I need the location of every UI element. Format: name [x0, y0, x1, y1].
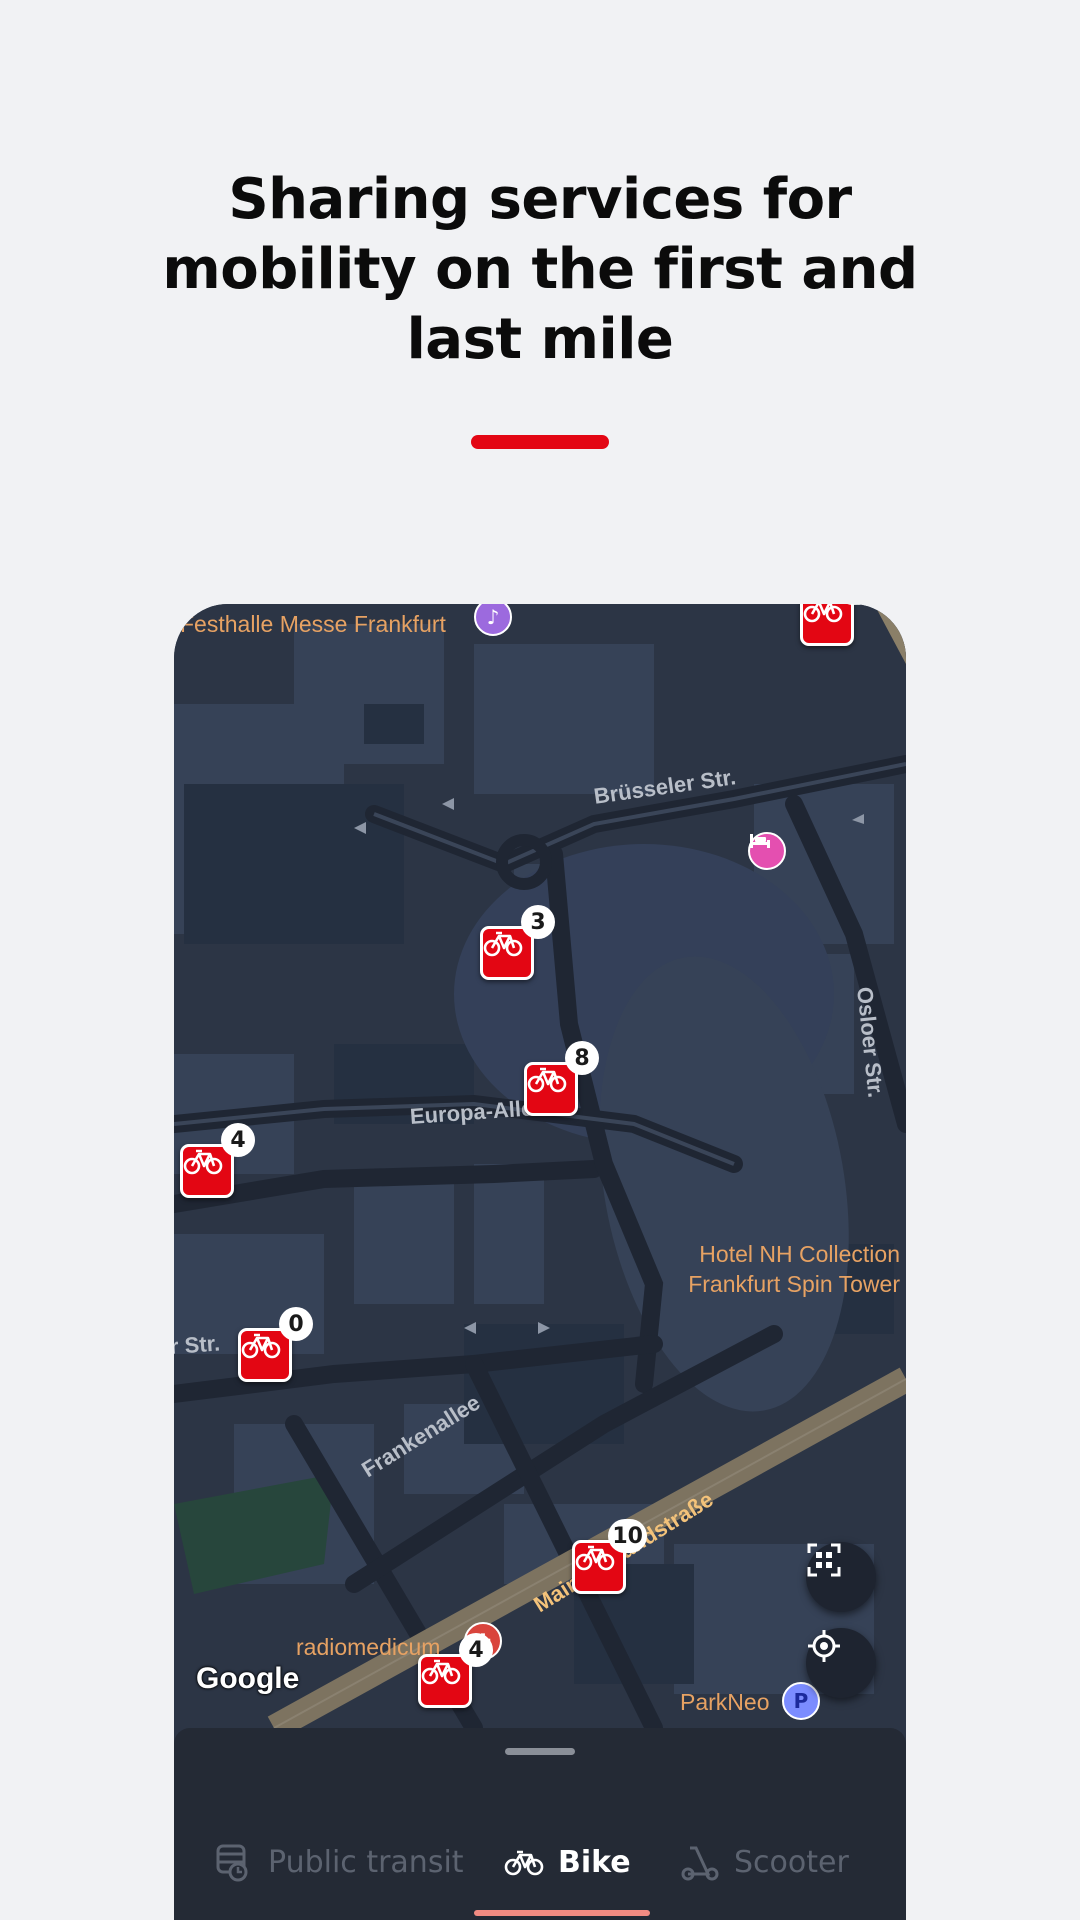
qr-scan-button[interactable]	[806, 1542, 876, 1612]
tab-label-scooter: Scooter	[734, 1844, 849, 1880]
my-location-button[interactable]	[806, 1628, 876, 1698]
station-count-badge: 8	[565, 1041, 599, 1075]
poi-label-festhalle: Festhalle Messe Frankfurt	[180, 611, 446, 637]
bike-station-marker[interactable]: 10	[572, 1519, 647, 1594]
tab-scooter[interactable]: Scooter	[680, 1838, 849, 1886]
station-count-badge: 0	[279, 1307, 313, 1341]
active-tab-indicator	[474, 1910, 650, 1916]
bus-icon	[216, 1844, 248, 1882]
tab-bike[interactable]: Bike	[504, 1838, 631, 1886]
my-location-icon	[808, 1630, 840, 1662]
bike-station-marker[interactable]: 4	[180, 1123, 255, 1198]
map-base	[174, 604, 906, 1728]
bed-icon[interactable]	[748, 832, 786, 870]
bottom-sheet[interactable]: Public transit Bike Scooter	[174, 1728, 906, 1920]
poi-label-hotel: Hotel NH Collection Frankfurt Spin Tower	[688, 1241, 900, 1297]
tab-label-bike: Bike	[558, 1844, 631, 1880]
bicycle-icon	[527, 1067, 567, 1093]
scooter-icon	[681, 1846, 719, 1881]
bike-station-marker[interactable]: 0	[238, 1307, 313, 1382]
bicycle-icon	[575, 1545, 615, 1571]
bicycle-icon	[183, 1149, 223, 1175]
tab-label-public-transit: Public transit	[268, 1844, 464, 1880]
bike-station-marker[interactable]: 10	[800, 604, 875, 646]
poi-label-parkneo: ParkNeo	[680, 1689, 770, 1715]
bicycle-icon	[483, 931, 523, 957]
parking-icon[interactable]: P	[782, 1682, 820, 1720]
station-count-badge: 3	[521, 905, 555, 939]
bicycle-icon	[504, 1850, 544, 1876]
phone-frame: Brüsseler Str. Europa-Allee Osloer Str. …	[174, 604, 906, 1920]
station-count-badge: 4	[221, 1123, 255, 1157]
bike-station-marker[interactable]: 3	[480, 905, 555, 980]
tab-public-transit[interactable]: Public transit	[214, 1838, 464, 1886]
bike-station-marker[interactable]: 4	[418, 1633, 493, 1708]
qr-scan-icon	[807, 1543, 841, 1577]
bicycle-icon	[803, 604, 843, 623]
accent-divider	[471, 435, 609, 449]
map-view[interactable]: Brüsseler Str. Europa-Allee Osloer Str. …	[174, 604, 906, 1728]
station-count-badge: 4	[459, 1633, 493, 1667]
headline: Sharing services for mobility on the fir…	[162, 167, 918, 372]
bike-station-marker[interactable]: 8	[524, 1041, 599, 1116]
drag-handle[interactable]	[505, 1748, 575, 1755]
bicycle-icon	[421, 1659, 461, 1685]
station-count-badge: 10	[608, 1519, 647, 1553]
bicycle-icon	[241, 1333, 281, 1359]
google-attribution: Google	[196, 1662, 300, 1695]
street-label-partial: r Str.	[174, 1330, 221, 1359]
